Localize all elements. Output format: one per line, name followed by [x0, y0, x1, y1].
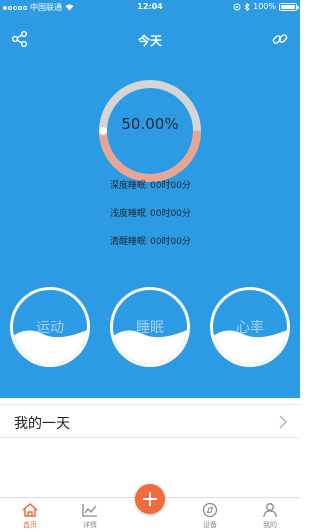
stat-value: 00时00分: [150, 237, 191, 247]
metric-label: 睡眠: [136, 320, 164, 336]
tab-profile[interactable]: 我的: [250, 502, 290, 530]
tab-label: 首页: [23, 521, 37, 529]
tab-label: 详情: [83, 521, 97, 529]
my-day-title: 我的一天: [14, 416, 70, 432]
bluetooth-icon: [244, 2, 250, 11]
metric-exercise-button[interactable]: 运动: [10, 287, 90, 367]
tab-label: 设备: [203, 521, 217, 529]
stat-label: 浅度睡眠: [109, 209, 146, 219]
stat-label: 深度睡眠: [109, 181, 146, 191]
battery-label: 100%: [253, 2, 276, 11]
stat-value: 00时00分: [150, 181, 191, 191]
metric-label: 心率: [236, 320, 264, 336]
status-bar: 中国联通 12:04 100%: [0, 0, 300, 14]
battery-icon: [279, 2, 299, 11]
stat-label: 清醒睡眠: [109, 237, 146, 247]
tab-details[interactable]: 详情: [70, 502, 110, 530]
lock-rotation-icon: [233, 3, 241, 10]
compass-icon: [202, 502, 218, 518]
stat-row-deep: 深度睡眠 00时00分: [0, 178, 300, 194]
tab-label: 我的: [263, 521, 277, 529]
add-button[interactable]: [135, 484, 165, 514]
tab-device[interactable]: 设备: [190, 502, 230, 530]
user-icon: [263, 503, 277, 518]
stat-row-awake: 清醒睡眠 00时00分: [0, 234, 300, 250]
status-right: 100%: [233, 2, 299, 11]
link-icon[interactable]: [271, 30, 289, 48]
sleep-progress-percent: 50.00%: [121, 115, 179, 133]
home-icon: [22, 503, 38, 517]
metric-sleep-button[interactable]: 睡眠: [110, 287, 190, 367]
metric-label: 运动: [36, 320, 64, 336]
app-root: 中国联通 12:04 100% 今天 50.00% 深度睡眠 00时00分 浅度…: [0, 0, 300, 532]
chart-icon: [82, 504, 97, 517]
tab-home[interactable]: 首页: [10, 502, 50, 530]
stat-value: 00时00分: [150, 209, 191, 219]
my-day-row[interactable]: 我的一天: [0, 404, 300, 438]
metric-heartrate-button[interactable]: 心率: [210, 287, 290, 367]
page-title: 今天: [137, 34, 162, 48]
chevron-right-icon: [279, 415, 288, 429]
plus-icon: [143, 492, 157, 506]
stat-row-light: 浅度睡眠 00时00分: [0, 206, 300, 222]
